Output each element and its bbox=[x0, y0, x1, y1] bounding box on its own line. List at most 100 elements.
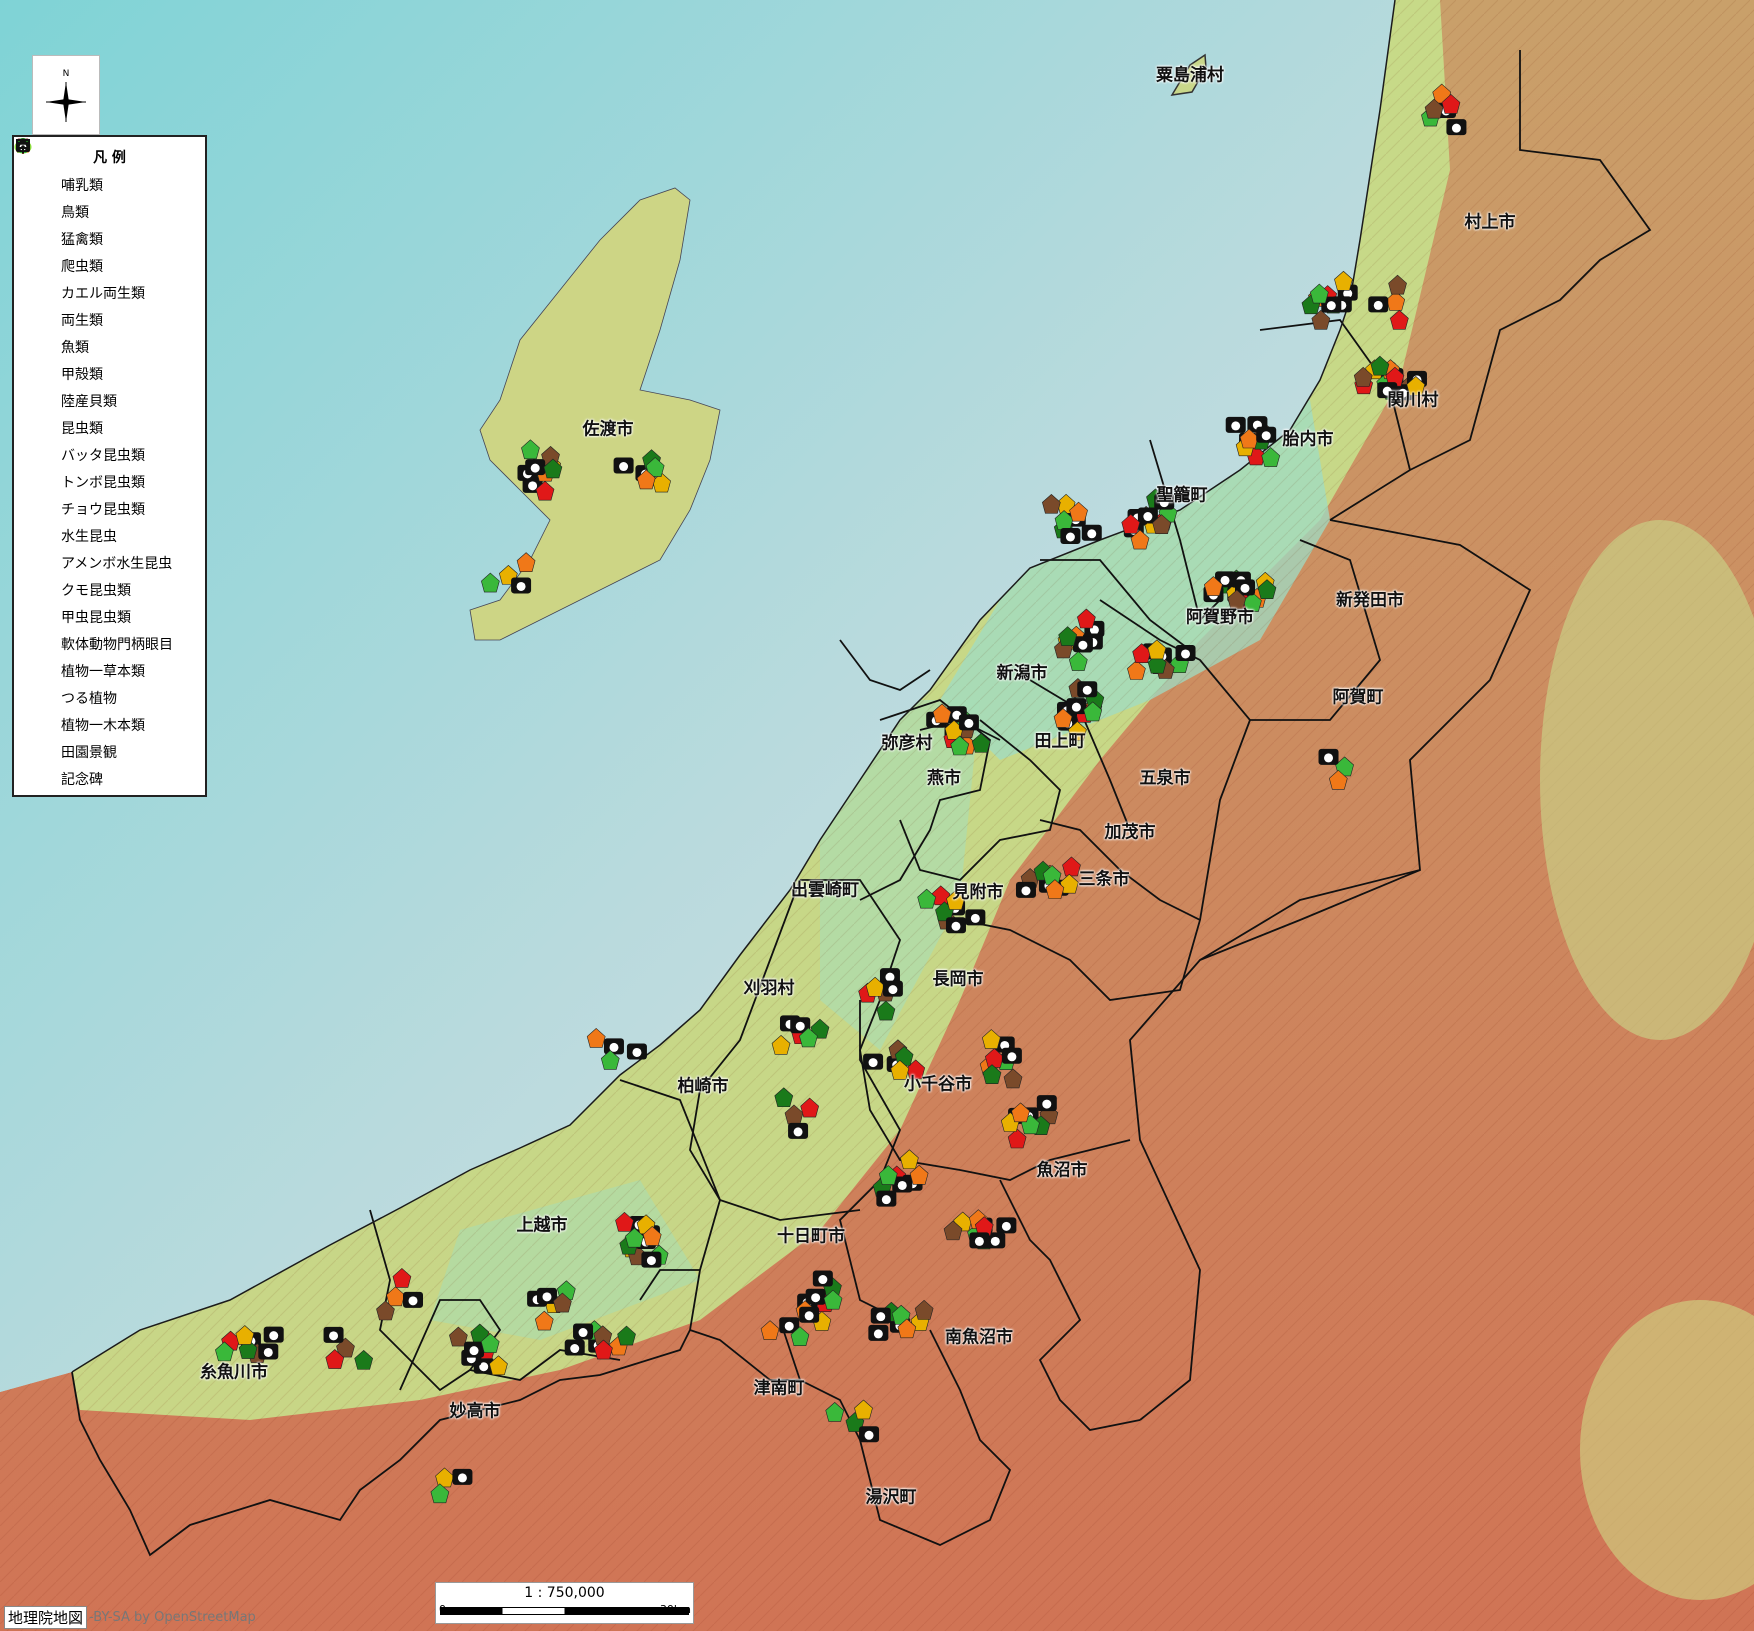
legend-label: アメンボ水生昆虫 bbox=[61, 555, 173, 572]
place-label[interactable]: 上越市 bbox=[517, 1211, 568, 1236]
legend-label: 田園景観 bbox=[61, 744, 117, 761]
herb-plant-icon bbox=[17, 139, 48, 681]
place-label[interactable]: 粟島浦村 bbox=[1156, 61, 1224, 86]
camera-lens-icon bbox=[897, 1180, 907, 1190]
place-label[interactable]: 出雲崎町 bbox=[791, 876, 859, 901]
legend-item: つる植物 bbox=[14, 140, 205, 711]
place-label[interactable]: 小千谷市 bbox=[904, 1070, 972, 1095]
camera-lens-icon bbox=[1001, 1221, 1011, 1231]
legend-label: 魚類 bbox=[61, 339, 89, 356]
camera-lens-icon bbox=[1078, 640, 1088, 650]
place-label[interactable]: 新潟市 bbox=[997, 659, 1048, 684]
monument-icon bbox=[16, 139, 48, 789]
place-label[interactable]: 阿賀町 bbox=[1333, 683, 1384, 708]
camera-lens-icon bbox=[1261, 431, 1271, 441]
camera-lens-icon bbox=[804, 1311, 814, 1321]
tree-icon bbox=[17, 138, 48, 735]
camera-lens-icon bbox=[646, 1256, 656, 1266]
legend-label: 昆虫類 bbox=[61, 420, 103, 437]
vine-plant-icon bbox=[16, 140, 48, 708]
water-strider-icon bbox=[17, 139, 48, 573]
camera-lens-icon bbox=[885, 972, 895, 982]
legend-label: バッタ昆虫類 bbox=[61, 447, 145, 464]
place-label[interactable]: 津南町 bbox=[754, 1374, 805, 1399]
legend-label: カエル両生類 bbox=[61, 285, 145, 302]
place-label[interactable]: 阿賀野市 bbox=[1186, 603, 1254, 628]
aquatic-insect-icon bbox=[17, 139, 48, 546]
legend-label: 甲殻類 bbox=[61, 366, 103, 383]
place-label[interactable]: 胎内市 bbox=[1283, 425, 1334, 450]
butterfly-icon bbox=[16, 140, 48, 519]
legend-item: 水生昆虫 bbox=[14, 139, 205, 549]
camera-lens-icon bbox=[632, 1047, 642, 1057]
scale-left-label: 0 bbox=[439, 1603, 446, 1616]
reptile-icon bbox=[16, 140, 48, 276]
legend-label: 陸産貝類 bbox=[61, 393, 117, 410]
legend-item: 田園景観 bbox=[14, 140, 205, 765]
legend-item: クモ昆虫類 bbox=[14, 139, 205, 603]
legend-item: 軟体動物門柄眼目 bbox=[14, 140, 205, 657]
camera-lens-icon bbox=[793, 1127, 803, 1137]
legend-item: トンボ昆虫類 bbox=[14, 138, 205, 495]
scale-ratio: 1 : 750,000 bbox=[524, 1585, 605, 1601]
camera-lens-icon bbox=[1324, 753, 1334, 763]
legend-title: 凡 例 bbox=[93, 150, 126, 166]
camera-lens-icon bbox=[1065, 532, 1075, 542]
legend-item: 昆虫類 bbox=[14, 139, 205, 441]
legend-label: 植物一草本類 bbox=[61, 663, 145, 680]
camera-lens-icon bbox=[811, 1293, 821, 1303]
place-label[interactable]: 弥彦村 bbox=[882, 729, 933, 754]
camera-lens-icon bbox=[964, 718, 974, 728]
camera-lens-icon bbox=[1087, 529, 1097, 539]
dragonfly-icon bbox=[15, 138, 48, 492]
legend-item: 陸産貝類 bbox=[14, 142, 205, 414]
legend-label: トンボ昆虫類 bbox=[61, 474, 145, 491]
raptor-icon bbox=[17, 139, 48, 249]
camera-lens-icon bbox=[888, 985, 898, 995]
camera-lens-icon bbox=[578, 1328, 588, 1338]
camera-lens-icon bbox=[542, 1292, 552, 1302]
place-label[interactable]: 湯沢町 bbox=[866, 1483, 917, 1508]
place-label[interactable]: 妙高市 bbox=[450, 1397, 501, 1422]
north-arrow: N bbox=[32, 55, 100, 135]
camera-lens-icon bbox=[864, 1430, 874, 1440]
place-label[interactable]: 魚沼市 bbox=[1037, 1156, 1088, 1181]
place-label[interactable]: 見附市 bbox=[953, 878, 1004, 903]
place-label[interactable]: 加茂市 bbox=[1105, 818, 1156, 843]
place-label[interactable]: 柏崎市 bbox=[678, 1072, 729, 1097]
legend-label: 記念碑 bbox=[61, 771, 103, 788]
camera-lens-icon bbox=[1042, 1099, 1052, 1109]
place-label[interactable]: 長岡市 bbox=[933, 965, 984, 990]
place-label[interactable]: 三条市 bbox=[1079, 865, 1130, 890]
place-label[interactable]: 燕市 bbox=[927, 764, 961, 789]
attribution-source[interactable]: 地理院地図 bbox=[4, 1605, 88, 1629]
legend-label: 爬虫類 bbox=[61, 258, 103, 275]
legend-list: 哺乳類 鳥類 猛禽類 爬虫類 カエル両生類 両生類 魚類 甲殻類 陸産貝類 昆虫類 バッタ昆虫類 トン… bbox=[14, 138, 205, 792]
place-label[interactable]: 聖籠町 bbox=[1157, 481, 1208, 506]
legend-label: 両生類 bbox=[61, 312, 103, 329]
place-label[interactable]: 刈羽村 bbox=[744, 974, 795, 999]
legend-label: 水生昆虫 bbox=[61, 528, 117, 545]
legend-item: 爬虫類 bbox=[14, 140, 205, 279]
place-label[interactable]: 田上町 bbox=[1035, 727, 1086, 752]
spider-icon bbox=[17, 139, 48, 600]
attribution-license[interactable]: -BY-SA by OpenStreetMap bbox=[89, 1610, 256, 1625]
camera-lens-icon bbox=[408, 1296, 418, 1306]
place-label[interactable]: 十日町市 bbox=[777, 1222, 845, 1247]
terrain-layer bbox=[0, 0, 1754, 1631]
map-canvas[interactable]: 粟島浦村村上市佐渡市 胎内市 関川村聖籠町新発田市阿賀野市新潟市阿賀町弥彦村燕市 五泉… bbox=[0, 0, 1754, 1631]
place-label[interactable]: 関川村 bbox=[1388, 386, 1439, 411]
place-label[interactable]: 新発田市 bbox=[1336, 586, 1404, 611]
place-label[interactable]: 村上市 bbox=[1465, 208, 1516, 233]
camera-lens-icon bbox=[1007, 1052, 1017, 1062]
place-label[interactable]: 五泉市 bbox=[1140, 764, 1191, 789]
camera-lens-icon bbox=[784, 1321, 794, 1331]
camera-lens-icon bbox=[990, 1236, 1000, 1246]
legend-label: クモ昆虫類 bbox=[61, 582, 131, 599]
legend-label: 鳥類 bbox=[61, 204, 89, 221]
place-label[interactable]: 佐渡市 bbox=[583, 415, 634, 440]
place-label[interactable]: 糸魚川市 bbox=[200, 1358, 268, 1383]
place-label[interactable]: 南魚沼市 bbox=[945, 1323, 1013, 1348]
camera-lens-icon bbox=[818, 1275, 828, 1285]
camera-lens-icon bbox=[528, 481, 538, 491]
